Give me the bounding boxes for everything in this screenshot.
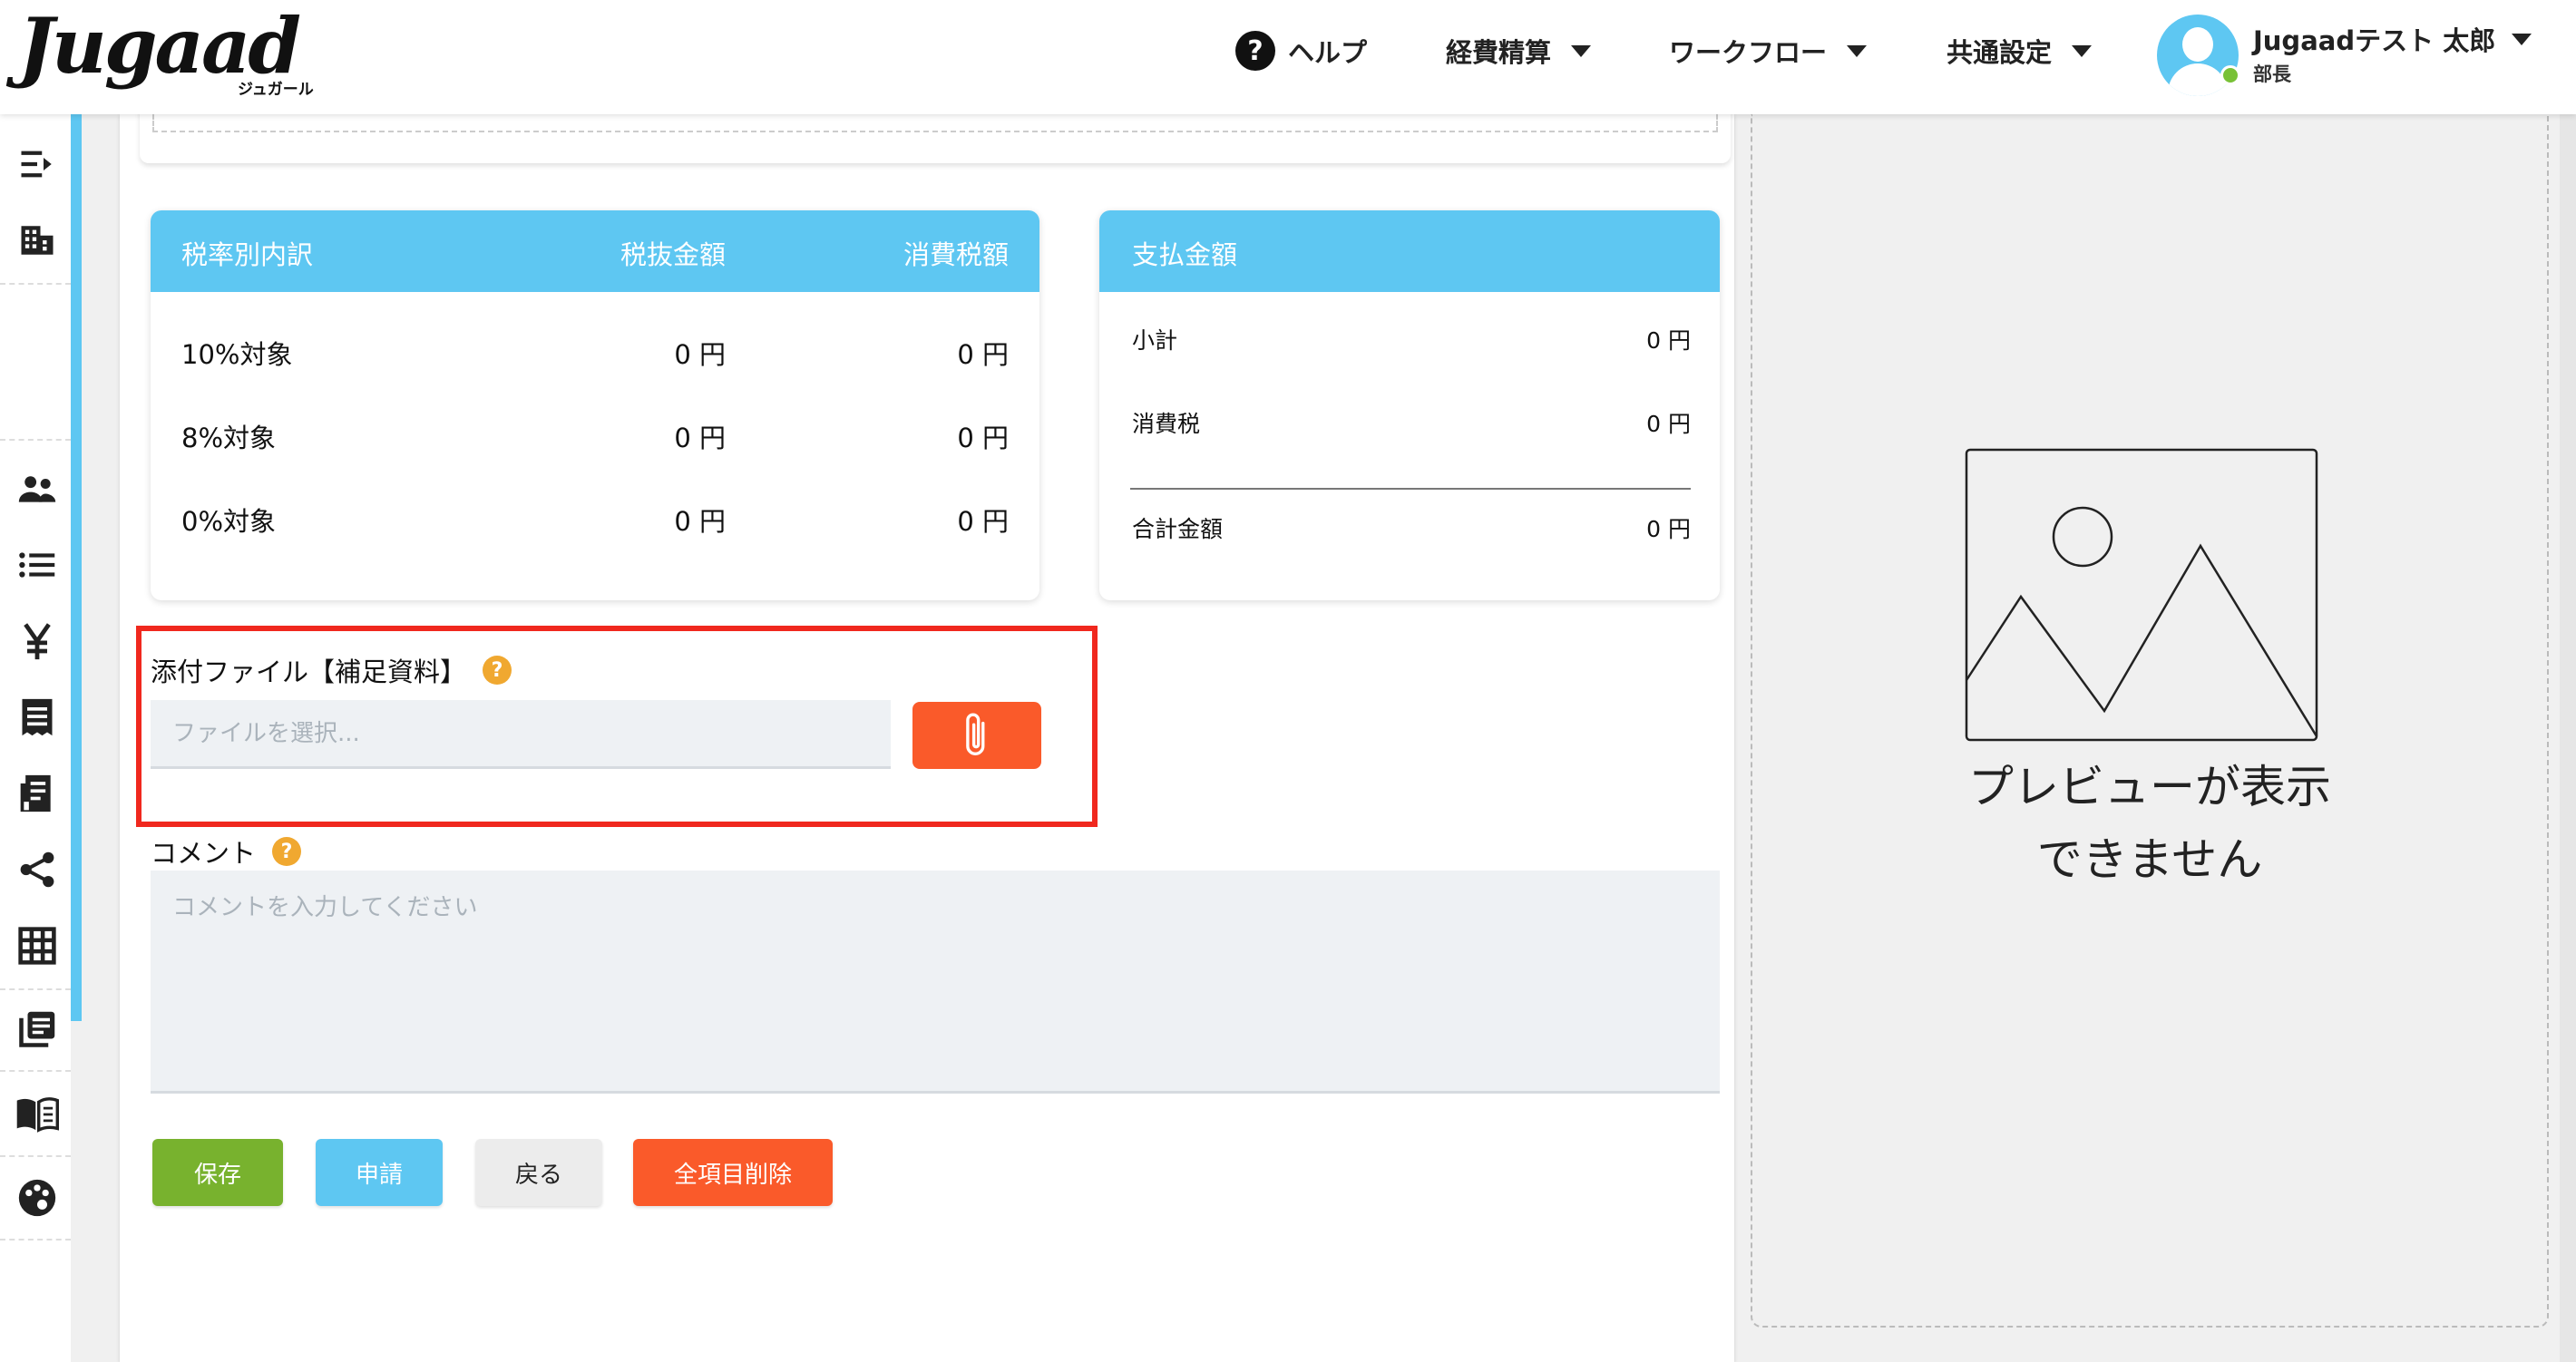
tax-row-0-label: 0%対象	[181, 506, 277, 537]
app-logo[interactable]: Jugaad ジュガール	[18, 1, 327, 100]
attachment-label: 添付ファイル【補足資料】 ?	[151, 651, 512, 689]
subtotal-label: 小計	[1132, 327, 1178, 354]
paperclip-icon	[966, 713, 985, 755]
image-placeholder-icon	[1965, 448, 2318, 742]
sidebar-divider	[0, 1070, 71, 1072]
comment-textarea[interactable]	[151, 871, 1720, 1094]
tax-row-10-tax: 0 円	[957, 339, 1009, 370]
palette-icon[interactable]	[9, 1170, 65, 1226]
online-status-dot	[2220, 65, 2240, 85]
total-label: 合計金額	[1132, 516, 1224, 542]
logo-text: Jugaad	[18, 1, 301, 91]
subtotal-value: 0 円	[1646, 327, 1691, 354]
comment-help-icon[interactable]: ?	[272, 837, 302, 866]
tax-row-0-tax: 0 円	[957, 506, 1009, 537]
tax-breakdown-header: 税率別内訳 税抜金額 消費税額	[151, 210, 1039, 292]
invoice-icon[interactable]	[9, 765, 65, 822]
help-menu[interactable]: ? ヘルプ	[1235, 25, 1367, 76]
consumption-tax-value: 0 円	[1646, 411, 1691, 437]
total-divider	[1130, 488, 1691, 490]
file-select-input[interactable]	[151, 700, 891, 769]
library-icon[interactable]	[9, 1001, 65, 1057]
net-amount-header: 税抜金額	[620, 239, 726, 270]
nav-expense[interactable]: 経費精算	[1446, 25, 1592, 76]
save-button[interactable]: 保存	[152, 1139, 283, 1206]
sidebar	[0, 114, 71, 1362]
attachment-help-icon[interactable]: ?	[483, 656, 512, 685]
avatar-body-shape	[2168, 63, 2228, 96]
total-value: 0 円	[1646, 516, 1691, 542]
previous-section-dropzone	[152, 114, 1718, 132]
app-header: Jugaad ジュガール ? ヘルプ 経費精算 ワークフロー 共通設定 Juga…	[0, 0, 2576, 114]
building-icon[interactable]	[9, 212, 65, 268]
yen-icon[interactable]	[9, 613, 65, 669]
back-button[interactable]: 戻る	[475, 1139, 602, 1206]
caret-down-icon	[2512, 33, 2532, 45]
preview-message-line1: プレビューが表示	[1968, 761, 2331, 813]
receipt-icon[interactable]	[9, 689, 65, 745]
payment-panel: 支払金額 小計 0 円 消費税 0 円 合計金額 0 円	[1099, 210, 1720, 600]
share-icon[interactable]	[9, 842, 65, 898]
caret-down-icon	[2072, 44, 2093, 57]
caret-down-icon	[1847, 44, 1868, 57]
payment-header: 支払金額	[1099, 210, 1720, 292]
tax-row-10-label: 10%対象	[181, 339, 293, 370]
payment-title: 支払金額	[1132, 239, 1238, 270]
tax-row-0-net: 0 円	[674, 506, 726, 537]
comment-label-text: コメント	[151, 838, 257, 869]
tax-row-10-net: 0 円	[674, 339, 726, 370]
apply-button[interactable]: 申請	[316, 1139, 443, 1206]
nav-common-settings-label: 共通設定	[1947, 37, 2053, 68]
attach-file-button[interactable]	[912, 702, 1041, 769]
nav-common-settings[interactable]: 共通設定	[1947, 25, 2093, 76]
preview-message-line2: できません	[2036, 833, 2263, 886]
tax-amount-header: 消費税額	[903, 239, 1009, 270]
help-icon: ?	[1235, 31, 1275, 71]
logo-subtext: ジュガール	[238, 81, 314, 99]
tax-breakdown-panel: 税率別内訳 税抜金額 消費税額 10%対象 0 円 0 円 8%対象 0 円 0…	[151, 210, 1039, 600]
book-icon[interactable]	[9, 1086, 65, 1143]
tax-row-8-tax: 0 円	[957, 423, 1009, 453]
user-menu[interactable]: Jugaadテスト 太郎	[2253, 20, 2532, 58]
caret-down-icon	[1571, 44, 1592, 57]
list-icon[interactable]	[9, 537, 65, 593]
tax-row-8-label: 8%対象	[181, 423, 277, 453]
grid-icon[interactable]	[9, 918, 65, 974]
page-scrollbar[interactable]	[2560, 114, 2576, 1362]
attachment-label-text: 添付ファイル【補足資料】	[151, 657, 467, 687]
preview-unavailable-message: プレビューが表示 できません	[1751, 751, 2549, 896]
tax-breakdown-title: 税率別内訳	[181, 239, 314, 270]
consumption-tax-label: 消費税	[1132, 411, 1201, 437]
avatar-head-shape	[2182, 27, 2213, 62]
sidebar-divider	[0, 1239, 71, 1240]
help-label: ヘルプ	[1288, 37, 1368, 68]
nav-workflow[interactable]: ワークフロー	[1669, 25, 1868, 76]
tax-row-8-net: 0 円	[674, 423, 726, 453]
user-role: 部長	[2253, 63, 2291, 85]
sidebar-divider	[0, 439, 71, 441]
clear-all-button[interactable]: 全項目削除	[633, 1139, 833, 1206]
sidebar-accent-bar	[71, 114, 82, 1021]
nav-workflow-label: ワークフロー	[1669, 37, 1828, 68]
comment-label: コメント ?	[151, 832, 302, 871]
users-icon[interactable]	[9, 461, 65, 517]
sidebar-divider	[0, 1155, 71, 1157]
nav-expense-label: 経費精算	[1446, 37, 1552, 68]
user-name: Jugaadテスト 太郎	[2253, 25, 2496, 56]
sidebar-divider	[0, 283, 71, 285]
sidebar-divider	[0, 988, 71, 990]
menu-collapse-icon[interactable]	[9, 136, 65, 192]
